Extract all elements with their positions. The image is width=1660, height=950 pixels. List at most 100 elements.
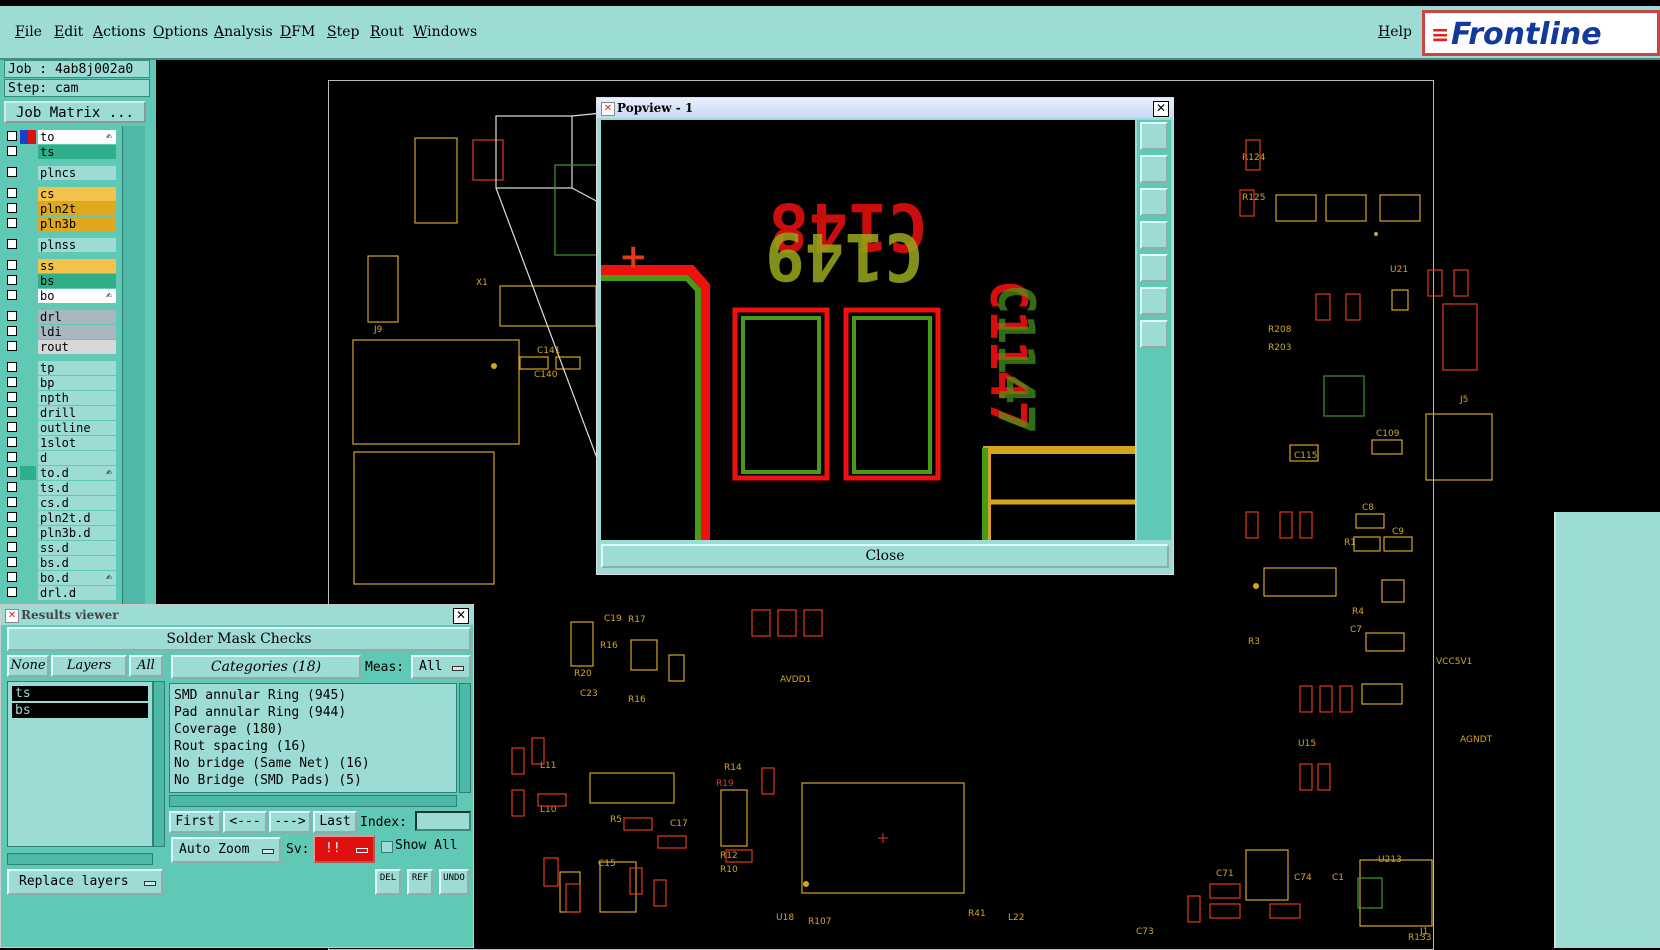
component-c109 bbox=[1371, 439, 1403, 455]
category-item[interactable]: No bridge (Same Net) (16) bbox=[174, 755, 452, 772]
silk-label-r19: R19 bbox=[716, 779, 734, 789]
silk-label-r14: R14 bbox=[724, 763, 742, 773]
refresh-button[interactable]: REF bbox=[407, 869, 433, 895]
check-header[interactable]: Solder Mask Checks bbox=[7, 627, 471, 651]
pad-outline bbox=[543, 857, 559, 887]
delete-button[interactable]: DEL bbox=[375, 869, 401, 895]
refresh-button-label: REF bbox=[411, 873, 429, 883]
category-item[interactable]: Pad annular Ring (944) bbox=[174, 704, 452, 721]
category-scrollbar[interactable] bbox=[459, 683, 471, 793]
pad-outline bbox=[761, 767, 775, 795]
auto-zoom-select[interactable]: Auto Zoom bbox=[171, 837, 281, 863]
silk-label-c141: C141 bbox=[537, 346, 560, 356]
silk-label-r5: R5 bbox=[610, 815, 622, 825]
severity-select[interactable]: !! bbox=[313, 835, 375, 863]
component-outline bbox=[720, 789, 748, 847]
none-button[interactable]: None bbox=[7, 655, 49, 677]
zoom-in-icon[interactable] bbox=[1140, 287, 1168, 315]
popview-canvas[interactable]: + C148 C149 C1147 C1147 bbox=[601, 120, 1135, 540]
popview-close-icon[interactable]: ✕ bbox=[1153, 101, 1169, 117]
component-outline bbox=[1365, 632, 1405, 652]
pad-c148-2 bbox=[843, 307, 941, 481]
pin1-marker bbox=[803, 881, 809, 887]
last-button[interactable]: Last bbox=[313, 811, 357, 833]
silk-label-c8: C8 bbox=[1362, 503, 1374, 513]
category-item[interactable]: Rout spacing (16) bbox=[174, 738, 452, 755]
component-outline bbox=[668, 654, 685, 682]
layers-button[interactable]: Layers bbox=[51, 655, 127, 677]
silk-label-x1: X1 bbox=[476, 278, 488, 288]
popview-title: Popview - 1 bbox=[597, 98, 1173, 118]
undo-button[interactable]: UNDO bbox=[439, 869, 469, 895]
pan-up-icon[interactable] bbox=[1140, 155, 1168, 183]
silk-label-c19: C19 bbox=[604, 614, 622, 624]
component-c113 bbox=[1442, 303, 1478, 371]
component-outline bbox=[1381, 579, 1405, 603]
partial-window[interactable] bbox=[1554, 512, 1660, 948]
silk-label-c73: C73 bbox=[1136, 927, 1154, 937]
pad-outline bbox=[1427, 269, 1443, 297]
show-all-checkbox[interactable] bbox=[381, 841, 393, 853]
pad-outline bbox=[623, 817, 653, 831]
results-viewer-title: Results viewer bbox=[1, 605, 473, 625]
pad-outline bbox=[1187, 895, 1201, 923]
silk-label-l11: L11 bbox=[540, 761, 556, 771]
silk-label-c7: C7 bbox=[1350, 625, 1362, 635]
category-hscrollbar[interactable] bbox=[169, 795, 457, 807]
silk-label-r41: R41 bbox=[968, 909, 986, 919]
pan-down-icon[interactable] bbox=[1140, 188, 1168, 216]
silk-label-agndt: AGNDT bbox=[1460, 735, 1493, 745]
show-all-label: Show All bbox=[395, 838, 458, 853]
dropdown-icon bbox=[452, 666, 464, 671]
replace-layers-select[interactable]: Replace layers bbox=[7, 869, 163, 895]
category-item[interactable]: Coverage (180) bbox=[174, 721, 452, 738]
pan-left-icon[interactable] bbox=[1140, 221, 1168, 249]
silk-label-r20: R20 bbox=[574, 669, 592, 679]
window-icon: ✕ bbox=[5, 609, 19, 623]
results-close-icon[interactable]: ✕ bbox=[453, 608, 469, 624]
layer-result-item[interactable]: ts bbox=[12, 686, 148, 701]
zoom-home-icon[interactable] bbox=[1140, 122, 1168, 150]
zoom-out-icon[interactable] bbox=[1140, 320, 1168, 348]
component-outline bbox=[519, 356, 549, 370]
first-button[interactable]: First bbox=[169, 811, 221, 833]
origin-plus-icon: + bbox=[619, 237, 648, 277]
component-c9 bbox=[1383, 536, 1413, 552]
pad-c148-1-mask bbox=[741, 316, 821, 474]
next-button[interactable]: ---> bbox=[269, 811, 311, 833]
layer-result-item[interactable]: bs bbox=[12, 703, 148, 718]
trace-red bbox=[601, 265, 710, 540]
popview-close-button[interactable]: Close bbox=[601, 544, 1169, 568]
layer-list-scrollbar[interactable] bbox=[153, 681, 165, 847]
silk-label-j9: J9 bbox=[373, 325, 383, 335]
layer-list-hscrollbar[interactable] bbox=[7, 853, 153, 865]
component-u12 bbox=[1245, 849, 1289, 901]
pin1-marker bbox=[1374, 232, 1378, 236]
categories-button[interactable]: Categories (18) bbox=[171, 655, 361, 679]
window-icon: ✕ bbox=[601, 102, 615, 116]
undo-button-label: UNDO bbox=[443, 873, 465, 883]
component-j1 bbox=[1359, 859, 1433, 927]
prev-button[interactable]: <--- bbox=[223, 811, 267, 833]
silk-label-l22: L22 bbox=[1008, 913, 1024, 923]
category-item[interactable]: SMD annular Ring (945) bbox=[174, 687, 452, 704]
meas-select[interactable]: All bbox=[411, 655, 471, 679]
pad-outline bbox=[1279, 511, 1293, 539]
pin1-marker bbox=[491, 363, 497, 369]
silk-label-c1: C1 bbox=[1332, 873, 1344, 883]
silk-label-u21: U21 bbox=[1390, 265, 1408, 275]
component-outline bbox=[1263, 567, 1337, 597]
dropdown-icon bbox=[262, 849, 274, 854]
pan-right-icon[interactable] bbox=[1140, 254, 1168, 282]
pad-outline bbox=[565, 883, 581, 913]
component-outline bbox=[1325, 194, 1367, 222]
index-input[interactable] bbox=[415, 811, 471, 831]
silk-label-c109: C109 bbox=[1376, 429, 1400, 439]
sv-label: Sv: bbox=[286, 842, 310, 857]
pad-outline bbox=[1339, 685, 1353, 713]
component-outline bbox=[367, 255, 399, 323]
all-button[interactable]: All bbox=[129, 655, 163, 677]
category-item[interactable]: No Bridge (SMD Pads) (5) bbox=[174, 772, 452, 789]
meas-label: Meas: bbox=[365, 660, 405, 675]
pad-outline bbox=[1345, 293, 1361, 321]
